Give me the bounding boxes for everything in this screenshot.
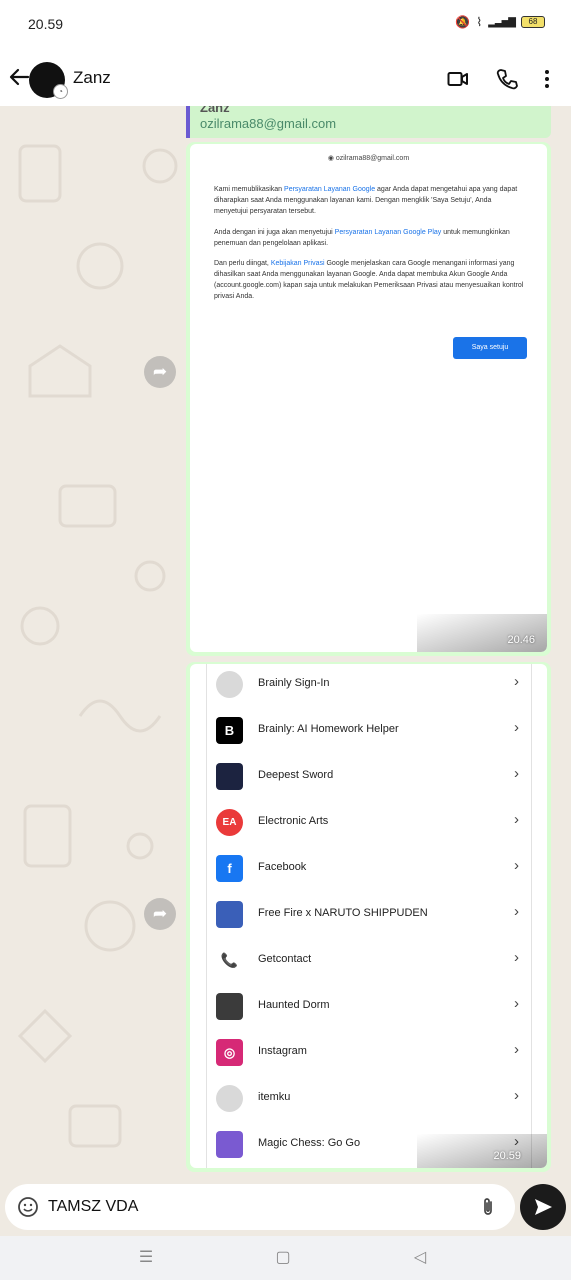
app-name: Instagram [258, 1045, 307, 1057]
message-input[interactable]: TAMSZ VDA [5, 1184, 515, 1230]
app-name: Getcontact [258, 953, 312, 965]
app-row: Free Fire x NARUTO SHIPPUDEN › [207, 892, 533, 938]
status-ring-icon: ◔ [53, 84, 68, 99]
app-row: f Facebook › [207, 846, 533, 892]
status-icons: 🔕 ⌇ ▂▃▅▇ 68 [455, 15, 545, 29]
contact-name[interactable]: Zanz [73, 68, 111, 88]
app-row: Deepest Sword › [207, 754, 533, 800]
quoted-sender: Zanz [200, 106, 230, 115]
app-name: Brainly: AI Homework Helper [258, 723, 399, 735]
app-name: Deepest Sword [258, 769, 334, 781]
chevron-right-icon: › [514, 903, 519, 920]
app-list: Brainly Sign-In › B Brainly: AI Homework He… [206, 664, 532, 1168]
image-message-app-list[interactable]: Brainly Sign-In › B Brainly: AI Homework He… [186, 662, 551, 1172]
chevron-right-icon: › [514, 719, 519, 736]
wifi-icon: ⌇ [476, 15, 483, 29]
quoted-email: ozilrama88@gmail.com [200, 116, 337, 131]
status-time: 20.59 [28, 16, 64, 32]
send-icon [535, 1199, 552, 1215]
quoted-message[interactable]: Zanz ozilrama88@gmail.com [186, 106, 551, 138]
attach-icon[interactable] [477, 1196, 499, 1218]
app-name: Electronic Arts [258, 815, 329, 827]
message-text[interactable]: TAMSZ VDA [48, 1198, 138, 1216]
account-circle-icon: ◉ [327, 155, 334, 162]
status-bar: 20.59 🔕 ⌇ ▂▃▅▇ 68 [0, 0, 571, 50]
app-row: B Brainly: AI Homework Helper › [207, 708, 533, 754]
battery-level: 68 [528, 17, 538, 26]
brainly-signin-icon [216, 671, 243, 698]
google-terms-screenshot: ◉ ozilrama88@gmail.com Kami memublikasik… [190, 144, 547, 652]
app-name: itemku [258, 1091, 291, 1103]
facebook-icon: f [216, 855, 243, 882]
terms-paragraph-2: Anda dengan ini juga akan menyetujui Per… [214, 229, 510, 247]
forward-icon: ➦ [152, 904, 168, 923]
app-row: Brainly Sign-In › [207, 664, 533, 708]
app-row: ◎ Instagram › [207, 1030, 533, 1076]
chevron-right-icon: › [514, 811, 519, 828]
terms-paragraph-3: Dan perlu diingat, Kebijakan Privasi Goo… [214, 260, 524, 300]
app-row: itemku › [207, 1076, 533, 1122]
app-name: Brainly Sign-In [258, 677, 330, 689]
terms-link: Persyaratan Layanan Google [284, 186, 376, 193]
account-email: ozilrama88@gmail.com [335, 155, 410, 162]
app-name: Facebook [258, 861, 307, 873]
ea-icon: EA [216, 809, 243, 836]
itemku-icon [216, 1085, 243, 1112]
video-call-icon[interactable] [447, 68, 469, 90]
app-list-screenshot: Brainly Sign-In › B Brainly: AI Homework He… [190, 664, 547, 1168]
forward-icon: ➦ [152, 362, 168, 381]
chevron-right-icon: › [514, 1087, 519, 1104]
free-fire-icon [216, 901, 243, 928]
app-row: Haunted Dorm › [207, 984, 533, 1030]
system-nav-bar: ☰ ▢ ◁ [0, 1236, 571, 1280]
battery-icon: 68 [521, 16, 545, 28]
brainly-icon: B [216, 717, 243, 744]
chevron-right-icon: › [514, 995, 519, 1012]
back-nav-icon[interactable]: ◁ [410, 1248, 430, 1268]
agree-button: Saya setuju [453, 337, 527, 359]
app-name: Haunted Dorm [258, 999, 330, 1011]
app-name: Free Fire x NARUTO SHIPPUDEN [258, 907, 428, 919]
haunted-dorm-icon [216, 993, 243, 1020]
deepest-sword-icon [216, 763, 243, 790]
timestamp-shade [417, 614, 547, 652]
forward-button[interactable]: ➦ [144, 356, 176, 388]
chevron-right-icon: › [514, 857, 519, 874]
chat-header: ◔ Zanz [0, 50, 571, 106]
play-terms-link: Persyaratan Layanan Google Play [334, 229, 442, 236]
voice-call-icon[interactable] [496, 68, 518, 90]
timestamp-shade [417, 1134, 547, 1168]
mute-icon: 🔕 [455, 15, 471, 29]
magic-chess-icon [216, 1131, 243, 1158]
app-row: EA Electronic Arts › [207, 800, 533, 846]
app-name: Magic Chess: Go Go [258, 1137, 361, 1149]
recents-icon[interactable]: ☰ [136, 1248, 156, 1268]
account-line: ◉ ozilrama88@gmail.com [190, 154, 547, 162]
message-timestamp: 20.59 [493, 1150, 521, 1162]
back-arrow-icon[interactable] [8, 66, 30, 88]
more-options-icon[interactable] [540, 68, 554, 90]
chevron-right-icon: › [514, 765, 519, 782]
signal-icon: ▂▃▅▇ [488, 16, 516, 28]
chevron-right-icon: › [514, 1041, 519, 1058]
message-timestamp: 20.46 [507, 634, 535, 646]
forward-button[interactable]: ➦ [144, 898, 176, 930]
privacy-link: Kebijakan Privasi [270, 260, 325, 267]
chevron-right-icon: › [514, 949, 519, 966]
terms-paragraph-1: Kami memublikasikan Persyaratan Layanan … [214, 186, 518, 215]
home-icon[interactable]: ▢ [273, 1248, 293, 1268]
getcontact-icon: 📞 [216, 947, 243, 974]
sticker-icon[interactable] [17, 1196, 39, 1218]
instagram-icon: ◎ [216, 1039, 243, 1066]
send-button[interactable] [520, 1184, 566, 1230]
image-message-google-terms[interactable]: ◉ ozilrama88@gmail.com Kami memublikasik… [186, 142, 551, 656]
chevron-right-icon: › [514, 673, 519, 690]
message-input-bar: TAMSZ VDA [0, 1178, 571, 1236]
chat-area[interactable]: Zanz ozilrama88@gmail.com ➦ ◉ ozilrama88… [0, 106, 571, 1178]
app-row: 📞 Getcontact › [207, 938, 533, 984]
